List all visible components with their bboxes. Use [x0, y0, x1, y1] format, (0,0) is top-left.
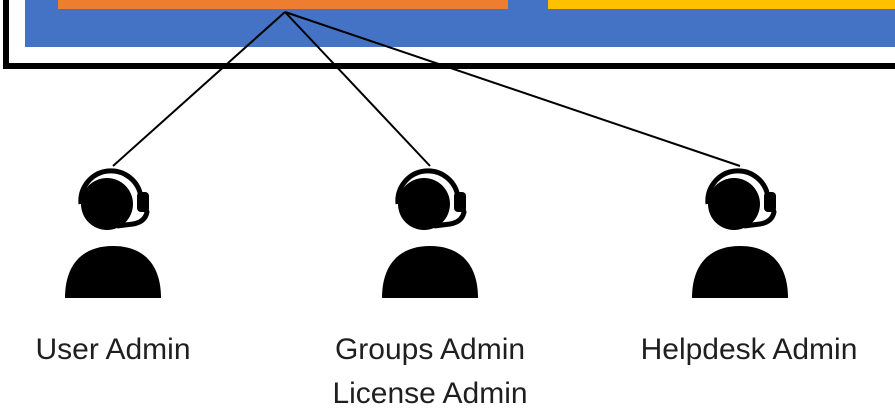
groups-admin-label: Groups Admin [334, 333, 526, 366]
yellow-block [548, 0, 895, 9]
headset-person-icon [692, 168, 788, 298]
headset-person-icon [65, 168, 161, 298]
user-admin-label: User Admin [35, 333, 191, 366]
helpdesk-admin-label: Helpdesk Admin [640, 333, 858, 366]
admin-roles-diagram: User Admin Groups Admin License Admin He… [0, 0, 895, 416]
license-admin-label: License Admin [332, 377, 528, 410]
headset-person-icon [382, 168, 478, 298]
orange-block [58, 0, 508, 9]
